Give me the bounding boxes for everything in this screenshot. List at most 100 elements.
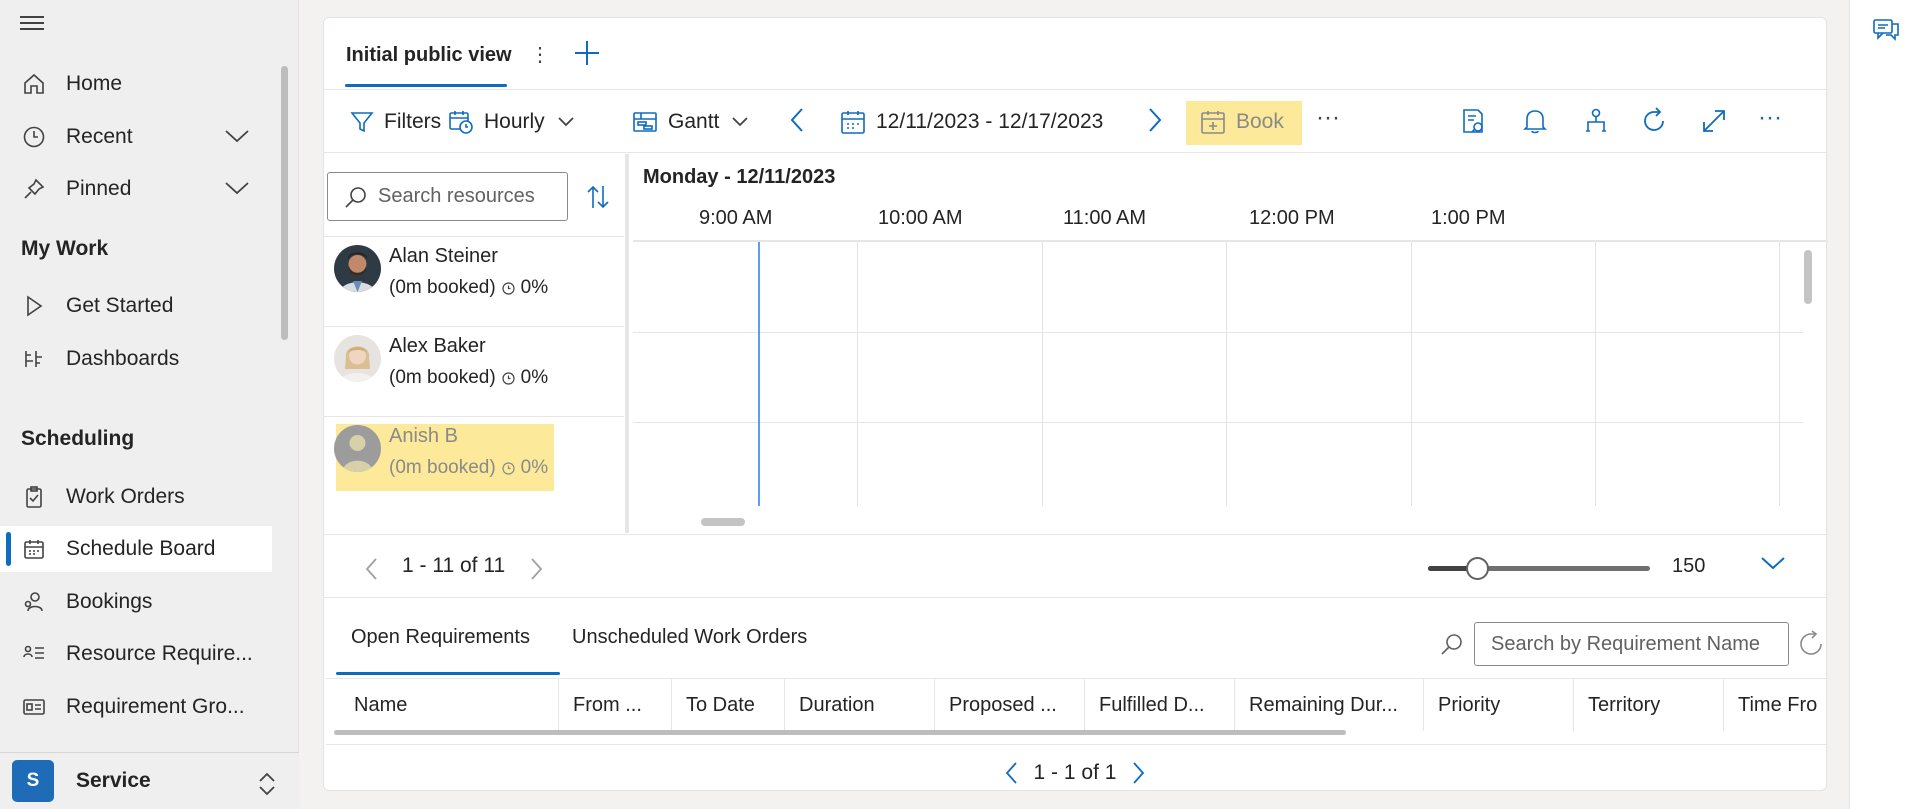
list-icon — [20, 640, 48, 668]
overflow-menu-icon[interactable]: ··· — [1758, 101, 1782, 135]
next-week-icon[interactable] — [1146, 105, 1164, 140]
column-header[interactable]: Time Fro — [1724, 679, 1826, 731]
book-button[interactable]: Book — [1200, 105, 1284, 139]
search-resources-placeholder: Search resources — [378, 185, 535, 207]
tab-underline — [336, 672, 560, 675]
column-header[interactable]: Priority — [1424, 679, 1574, 731]
hamburger-menu-icon[interactable] — [20, 16, 46, 36]
sidebar-item-label: Pinned — [66, 177, 132, 200]
gantt-vertical-scrollbar[interactable] — [1804, 250, 1812, 304]
sidebar-item-pinned[interactable]: Pinned — [0, 166, 272, 212]
grid-horizontal-scrollbar[interactable] — [334, 730, 1346, 735]
sidebar-item-requirement-groups[interactable]: Requirement Gro... — [0, 684, 272, 730]
sidebar-item-work-orders[interactable]: Work Orders — [0, 474, 272, 520]
resource-booked: (0m booked) 0% — [389, 277, 548, 299]
resource-row[interactable]: Anish B (0m booked) 0% — [324, 416, 624, 506]
sidebar-item-get-started[interactable]: Get Started — [0, 283, 272, 329]
gantt-hour-line — [1779, 242, 1780, 506]
sidebar-item-schedule-board[interactable]: Schedule Board — [0, 526, 272, 572]
gantt-horizontal-scrollbar[interactable] — [701, 518, 745, 526]
search-resources-input[interactable]: Search resources — [327, 172, 568, 221]
column-header[interactable]: Name — [326, 679, 559, 731]
requirements-grid-header: Name From ... To Date Duration Proposed … — [326, 678, 1826, 731]
sidebar-item-resource-requirements[interactable]: Resource Require... — [0, 631, 272, 677]
resource-pager-bar: 1 - 11 of 11 150 — [324, 534, 1826, 598]
book-label: Book — [1236, 110, 1284, 133]
chevron-down-icon — [558, 117, 574, 127]
clipboard-icon — [20, 483, 48, 511]
refresh-icon[interactable] — [1797, 630, 1825, 663]
sidebar-item-home[interactable]: Home — [0, 61, 272, 107]
chevron-down-icon[interactable] — [224, 178, 250, 202]
next-page-icon — [1133, 762, 1145, 784]
current-time-line — [758, 242, 760, 506]
column-header[interactable]: From ... — [559, 679, 672, 731]
hourly-label: Hourly — [484, 110, 545, 133]
requirements-panel: Open Requirements Unscheduled Work Order… — [324, 606, 1826, 792]
prev-page-icon — [1005, 762, 1017, 784]
gantt-row-line — [633, 332, 1803, 333]
grid-divider — [326, 744, 1826, 745]
card-icon — [20, 693, 48, 721]
chat-icon[interactable] — [1872, 16, 1900, 47]
sidebar-item-dashboards[interactable]: Dashboards — [0, 336, 272, 382]
gantt-hour-line — [1042, 242, 1043, 506]
column-header[interactable]: Proposed ... — [935, 679, 1085, 731]
chevron-down-icon — [732, 117, 749, 127]
column-header[interactable]: Fulfilled D... — [1085, 679, 1235, 731]
sidebar-item-label: Work Orders — [66, 485, 185, 508]
sidebar-item-recent[interactable]: Recent — [0, 114, 272, 160]
prev-week-icon[interactable] — [788, 105, 806, 140]
sidebar-item-bookings[interactable]: Bookings — [0, 579, 272, 625]
tab-more-icon[interactable]: ⋮ — [530, 42, 550, 67]
sidebar-item-label: Bookings — [66, 590, 153, 613]
add-tab-icon[interactable] — [572, 38, 602, 73]
expand-icon[interactable] — [1700, 107, 1728, 140]
bell-icon[interactable] — [1522, 107, 1548, 140]
day-label: Monday - 12/11/2023 — [643, 166, 836, 188]
area-switcher[interactable]: S Service — [0, 752, 299, 809]
zoom-slider-thumb[interactable] — [1465, 557, 1489, 580]
filters-button[interactable]: Filters — [350, 105, 441, 139]
prev-page-icon[interactable] — [364, 556, 380, 587]
home-icon — [20, 70, 48, 98]
sidebar-scrollbar[interactable] — [281, 66, 288, 340]
gantt-grid[interactable]: Monday - 12/11/2023 9:00 AM 10:00 AM 11:… — [633, 154, 1828, 533]
pin-icon — [20, 175, 48, 203]
tab-initial-public-view[interactable]: Initial public view — [346, 44, 512, 67]
resource-panel: Search resources Alan Steiner (0m booked… — [324, 154, 629, 533]
column-header[interactable]: Remaining Dur... — [1235, 679, 1424, 731]
more-actions-icon[interactable]: ··· — [1316, 101, 1340, 135]
requirements-pager: 1 - 1 of 1 — [324, 758, 1826, 788]
date-range-picker[interactable]: 12/11/2023 - 12/17/2023 — [840, 105, 1103, 139]
resource-name: Anish B — [389, 425, 458, 447]
column-header[interactable]: To Date — [672, 679, 785, 731]
chevron-down-icon[interactable] — [224, 126, 250, 150]
resource-booked: (0m booked) 0% — [389, 457, 548, 479]
avatar — [334, 245, 381, 292]
calendar-icon — [20, 535, 48, 563]
refresh-icon[interactable] — [1640, 107, 1668, 140]
next-page-icon[interactable] — [528, 556, 544, 587]
column-header[interactable]: Territory — [1574, 679, 1724, 731]
column-header[interactable]: Duration — [785, 679, 935, 731]
resource-row[interactable]: Alan Steiner (0m booked) 0% — [324, 236, 624, 326]
chevron-down-icon[interactable] — [1760, 555, 1786, 576]
resource-details-icon[interactable] — [1460, 107, 1488, 140]
requirement-search-input[interactable]: Search by Requirement Name — [1474, 622, 1789, 666]
chevron-up-down-icon[interactable] — [257, 771, 277, 802]
clock-icon — [502, 281, 515, 295]
sort-icon[interactable] — [586, 184, 610, 215]
zoom-slider[interactable] — [1428, 557, 1650, 580]
search-icon[interactable] — [1440, 632, 1464, 661]
resource-row[interactable]: Alex Baker (0m booked) 0% — [324, 326, 624, 416]
view-tabbar: Initial public view ⋮ — [324, 18, 1826, 90]
tab-unscheduled-work-orders[interactable]: Unscheduled Work Orders — [572, 626, 807, 649]
tab-open-requirements[interactable]: Open Requirements — [351, 626, 530, 649]
sidebar: Home Recent Pinned My Work Get Started D… — [0, 0, 299, 809]
sidebar-item-label: Schedule Board — [66, 537, 216, 560]
search-icon — [345, 186, 366, 208]
organize-icon[interactable] — [1582, 107, 1610, 140]
gantt-dropdown[interactable]: Gantt — [632, 105, 759, 139]
hourly-dropdown[interactable]: Hourly — [448, 105, 585, 139]
